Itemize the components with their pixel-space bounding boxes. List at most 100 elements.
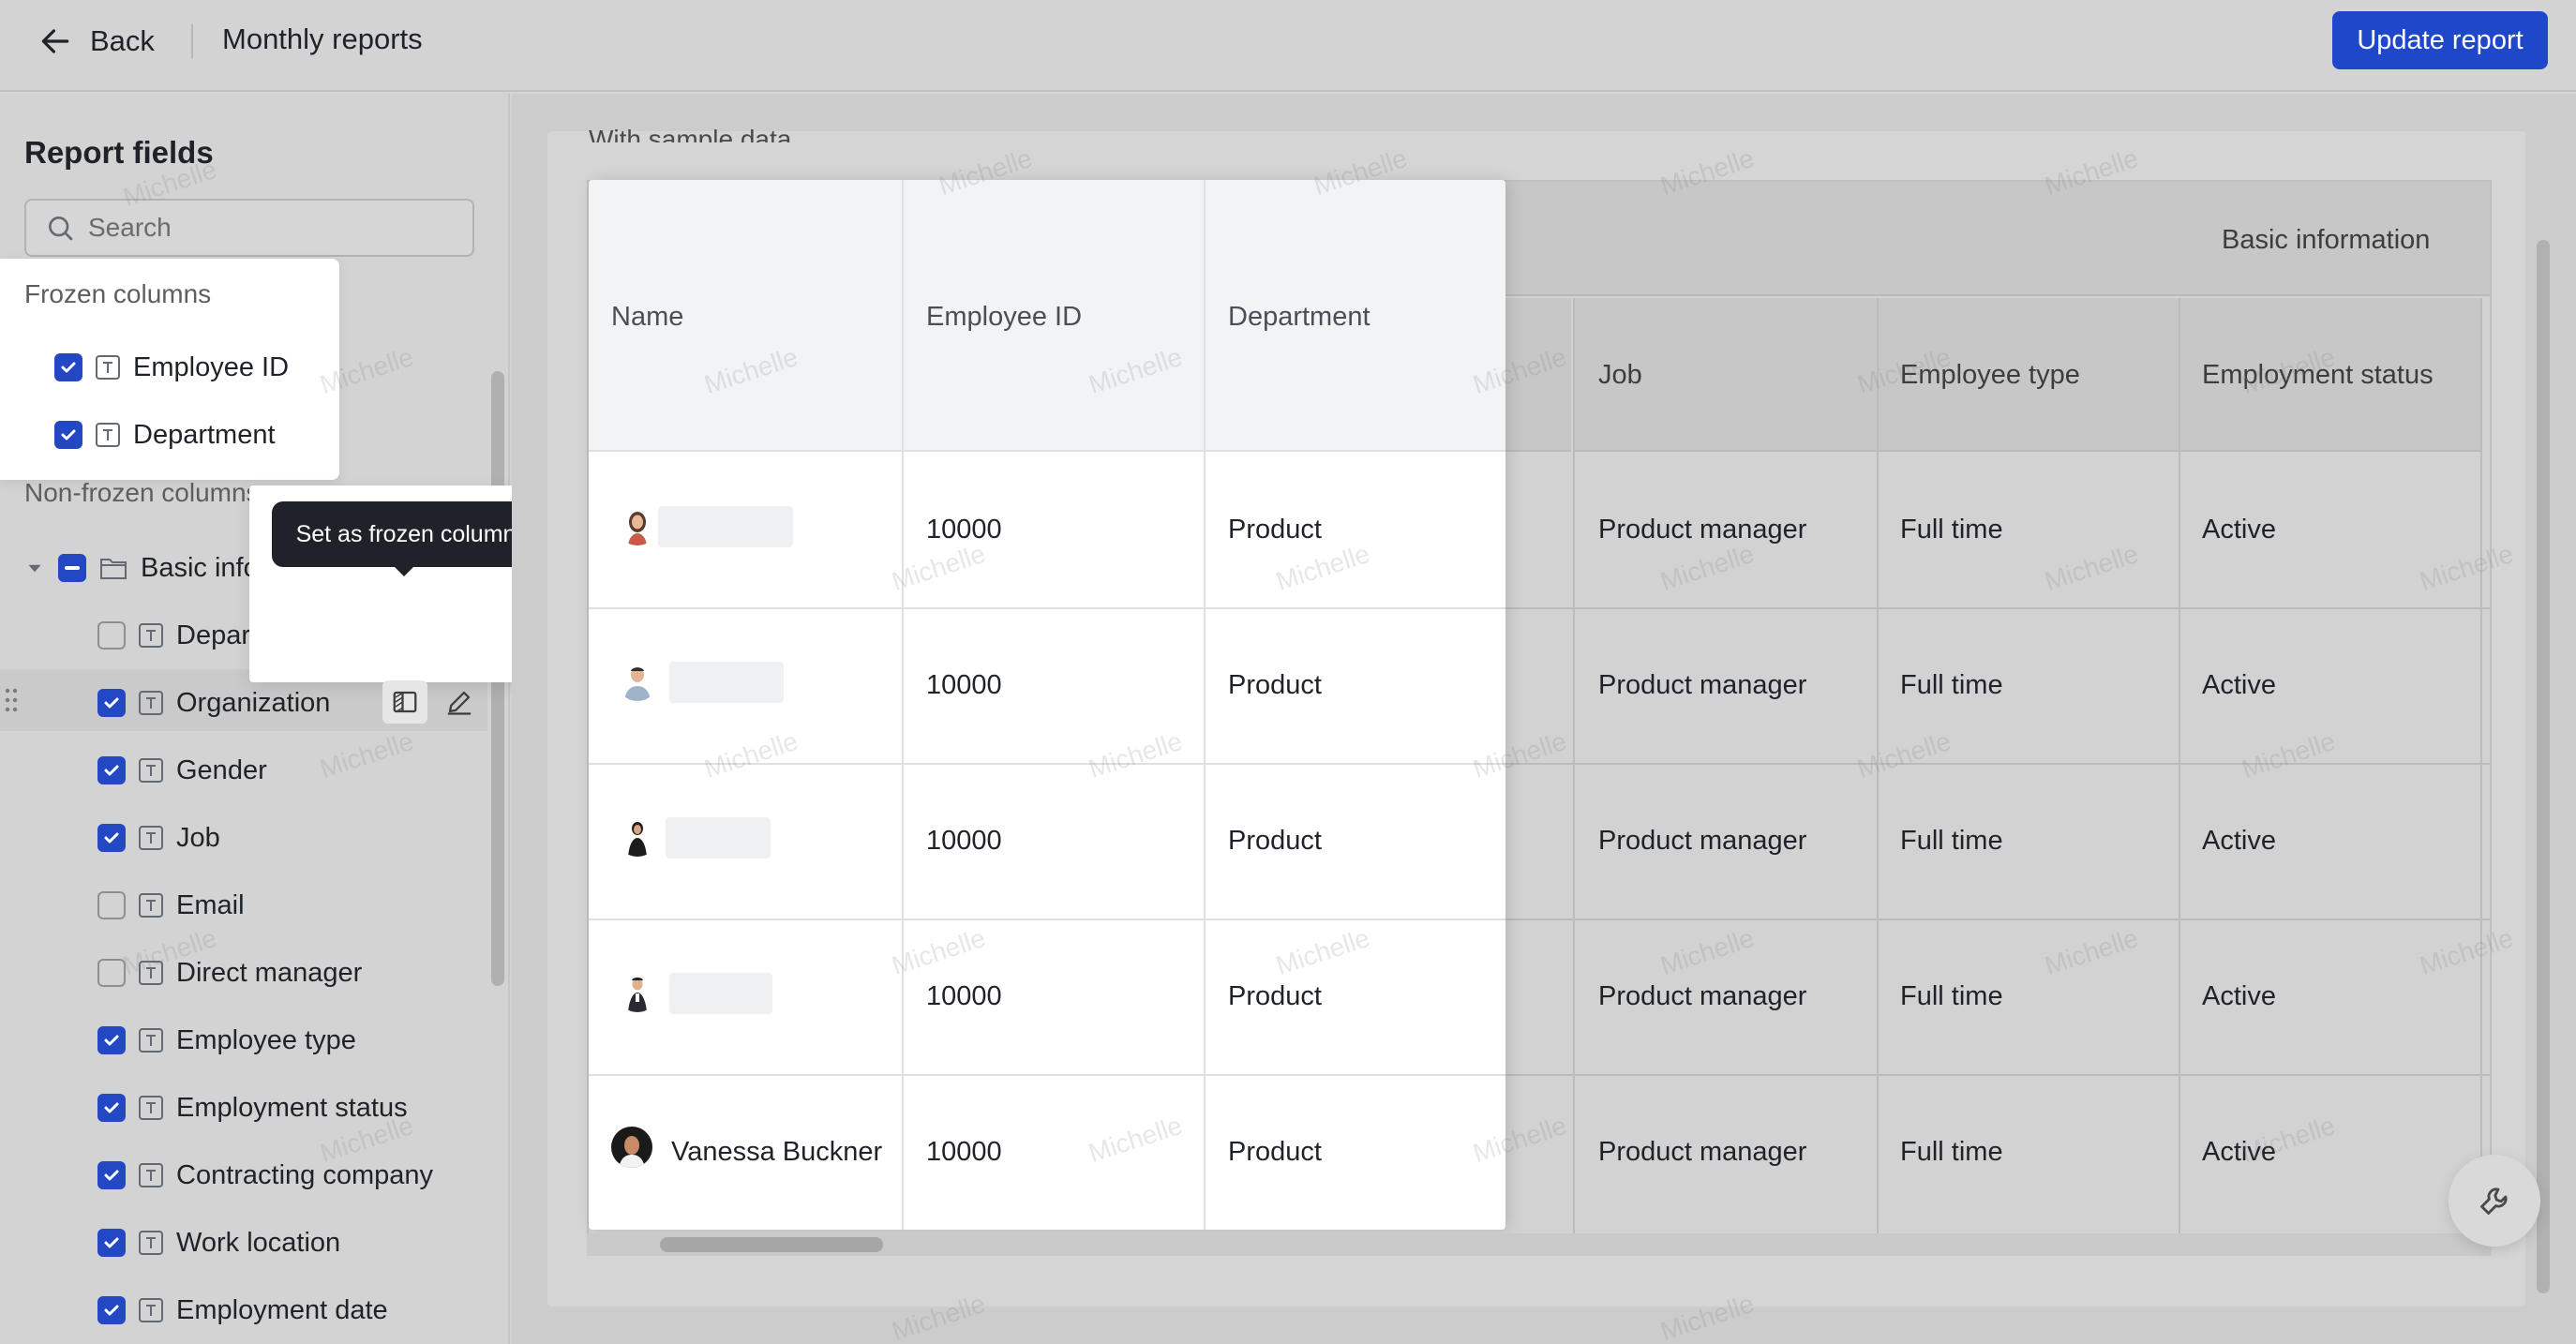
frozen-columns-label: Frozen columns [24, 279, 212, 308]
field-item-job[interactable]: Job [97, 817, 220, 859]
text-field-icon [139, 961, 163, 985]
frozen-item-employee-id[interactable]: Employee ID [54, 347, 289, 388]
pencil-icon [447, 691, 472, 715]
table-cell-status: Active [2202, 1137, 2276, 1167]
text-field-icon [139, 1231, 163, 1255]
field-item-direct-manager[interactable]: Direct manager [97, 952, 362, 993]
frozen-item-department[interactable]: Department [54, 414, 276, 455]
column-divider [2480, 298, 2482, 1235]
column-label-name: Name [611, 302, 684, 332]
row-divider [589, 918, 1505, 920]
checkbox-unchecked[interactable] [97, 959, 126, 987]
text-field-icon [139, 826, 163, 850]
field-item-employment-date[interactable]: Employment date [97, 1290, 388, 1331]
field-item-email[interactable]: Email [97, 885, 245, 926]
column-divider [902, 180, 904, 1230]
avatar [617, 504, 658, 545]
row-divider [589, 607, 1505, 609]
field-label: Work location [176, 1227, 341, 1258]
table-cell-name: Vanessa Buckner [671, 1137, 883, 1167]
text-field-icon [96, 423, 120, 447]
back-button[interactable]: Back [37, 19, 155, 64]
drag-handle-icon[interactable] [4, 686, 19, 714]
text-field-icon [139, 1298, 163, 1322]
table-cell-department: Product [1228, 981, 1322, 1011]
checkbox-checked[interactable] [97, 824, 126, 852]
table-cell-status: Active [2202, 515, 2276, 545]
non-frozen-columns-label: Non-frozen columns [24, 478, 260, 507]
tools-button[interactable] [2449, 1155, 2540, 1247]
field-label: Email [176, 889, 245, 920]
column-divider [1573, 298, 1575, 1235]
table-cell-department: Product [1228, 1137, 1322, 1167]
avatar [617, 660, 658, 701]
table-cell-department: Product [1228, 670, 1322, 700]
report-fields-panel: Report fields Search Frozen columns Empl… [0, 94, 510, 1344]
avatar [611, 1127, 652, 1168]
checkbox-unchecked[interactable] [97, 621, 126, 650]
table-cell-department: Product [1228, 515, 1322, 545]
field-item-work-location[interactable]: Work location [97, 1222, 340, 1263]
table-cell-employee-type: Full time [1900, 515, 2003, 545]
table-cell-job: Product manager [1598, 670, 1807, 700]
field-item-gender[interactable]: Gender [97, 750, 267, 791]
avatar [617, 971, 658, 1012]
set-frozen-column-button[interactable] [382, 680, 427, 724]
redacted-name [666, 817, 771, 859]
horizontal-scrollbar[interactable] [660, 1237, 883, 1252]
row-divider [1505, 1074, 2490, 1076]
wrench-icon [2480, 1187, 2508, 1215]
checkbox-unchecked[interactable] [97, 891, 126, 919]
field-label: Employment status [176, 1092, 408, 1123]
redacted-name [658, 506, 793, 547]
field-item-employment-status[interactable]: Employment status [97, 1087, 408, 1128]
table-cell-status: Active [2202, 670, 2276, 700]
top-bar: Back Monthly reports Update report [0, 0, 2576, 92]
search-input[interactable]: Search [24, 199, 474, 257]
table-cell-job: Product manager [1598, 981, 1807, 1011]
page-title: Monthly reports [222, 22, 423, 55]
caret-down-icon[interactable] [24, 558, 45, 578]
panel-title: Report fields [24, 135, 214, 170]
sample-data-label: With sample data [589, 125, 792, 142]
update-report-button[interactable]: Update report [2332, 11, 2548, 69]
checkbox-checked[interactable] [97, 689, 126, 717]
column-header-hidden [1505, 298, 1571, 452]
field-item-employee-type[interactable]: Employee type [97, 1020, 356, 1061]
checkbox-checked[interactable] [97, 1161, 126, 1189]
field-item-organization[interactable]: Organization [97, 682, 330, 724]
table-cell-employee-type: Full time [1900, 826, 2003, 856]
row-divider [589, 1074, 1505, 1076]
checkbox-checked[interactable] [97, 756, 126, 784]
table-cell-employee-id: 10000 [926, 981, 1002, 1011]
table-cell-department: Product [1228, 826, 1322, 856]
text-field-icon [139, 893, 163, 918]
text-field-icon [139, 758, 163, 783]
column-label-job: Job [1598, 360, 1642, 390]
checkbox-checked[interactable] [97, 1296, 126, 1324]
field-label: Organization [176, 687, 331, 718]
field-label: Job [176, 822, 220, 853]
field-label: Direct manager [176, 957, 363, 988]
field-item-contracting-company[interactable]: Contracting company [97, 1155, 433, 1196]
checkbox-partial[interactable] [58, 554, 86, 582]
table-cell-employee-type: Full time [1900, 670, 2003, 700]
table-cell-job: Product manager [1598, 515, 1807, 545]
vertical-scrollbar[interactable] [2537, 240, 2550, 1293]
frozen-columns-table: Name Employee ID Department 10000 Produc… [589, 180, 1505, 1230]
checkbox-checked[interactable] [97, 1229, 126, 1257]
checkbox-checked[interactable] [97, 1094, 126, 1122]
column-divider [1877, 298, 1879, 1235]
checkbox-checked[interactable] [54, 421, 82, 449]
text-field-icon [139, 1096, 163, 1120]
checkbox-checked[interactable] [54, 353, 82, 381]
avatar [617, 815, 658, 857]
search-icon [49, 217, 73, 241]
edit-field-button[interactable] [437, 680, 482, 724]
text-field-icon [96, 355, 120, 380]
column-label-department: Department [1228, 302, 1370, 332]
field-label: Gender [176, 754, 267, 785]
checkbox-checked[interactable] [97, 1026, 126, 1054]
table-cell-job: Product manager [1598, 1137, 1807, 1167]
freeze-column-icon [393, 691, 417, 713]
